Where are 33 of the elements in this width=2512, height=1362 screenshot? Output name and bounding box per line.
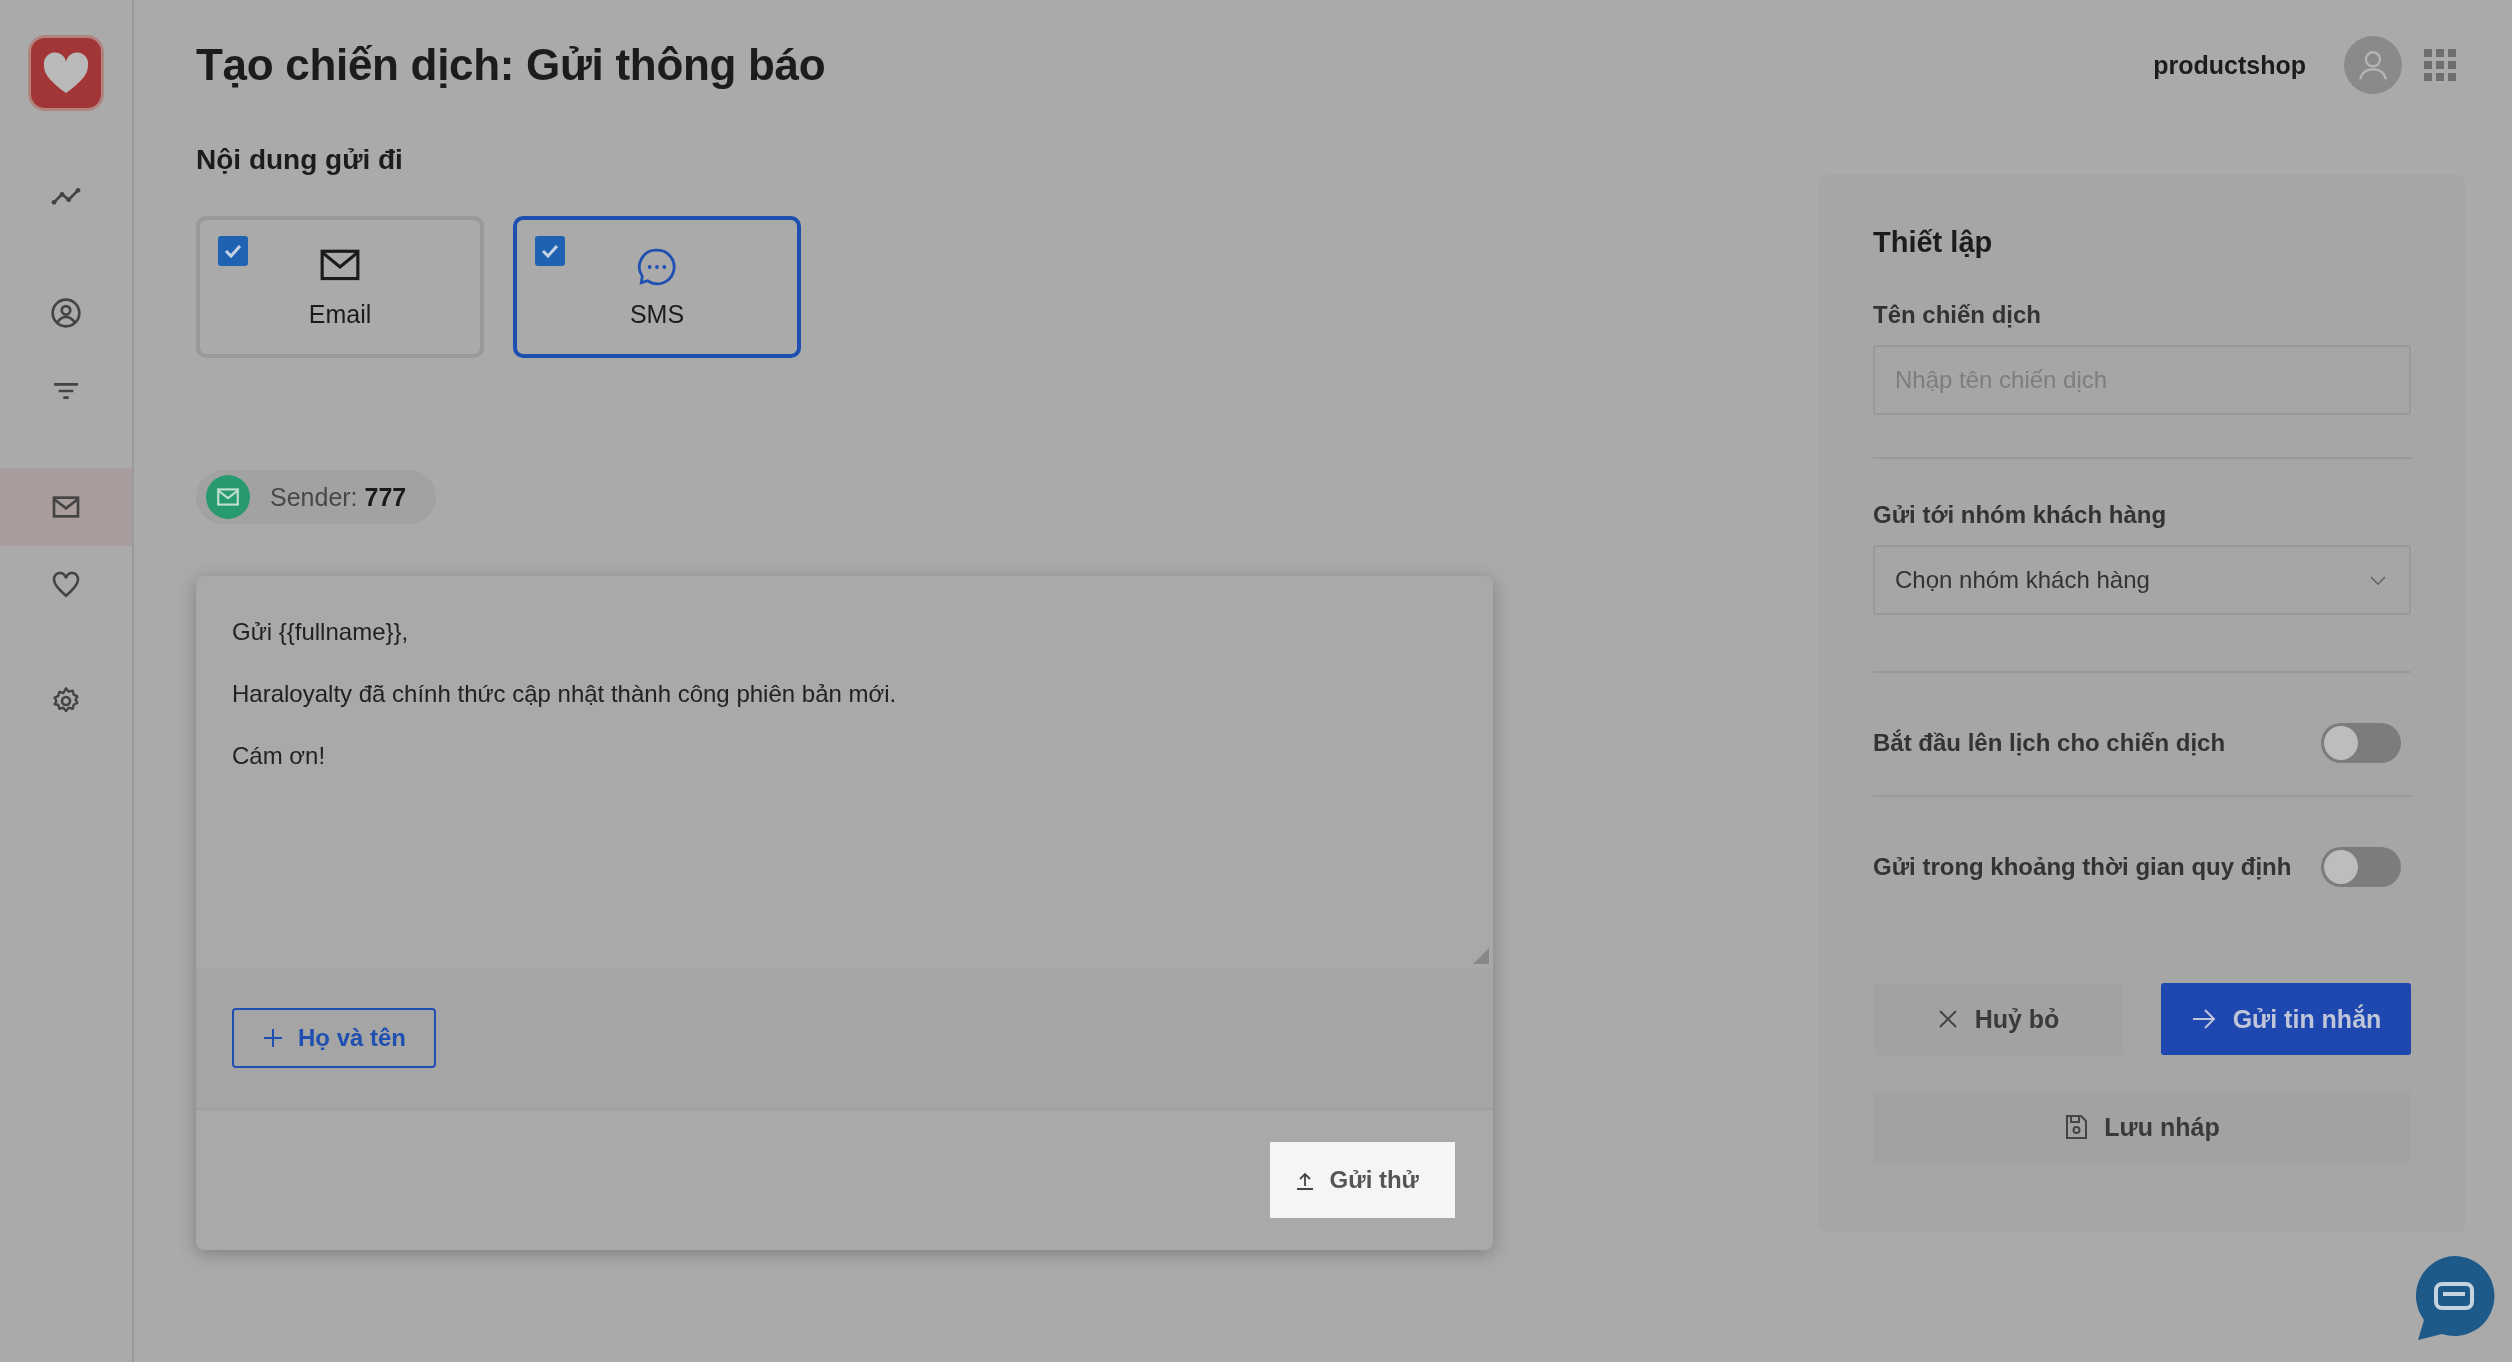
checkbox[interactable]	[535, 236, 565, 266]
heart-logo-icon[interactable]	[31, 38, 101, 108]
field-label: Gửi tới nhóm khách hàng	[1873, 501, 2168, 529]
section-title: Nội dung gửi đi	[196, 144, 404, 176]
channel-label: SMS	[629, 299, 685, 329]
page-title: Tạo chiến dịch: Gửi thông báo	[196, 40, 827, 90]
channel-card[interactable]: Email	[196, 216, 484, 358]
resize-handle-icon[interactable]	[1473, 948, 1489, 964]
close-icon	[1936, 1008, 1959, 1030]
toggle-switch[interactable]	[2321, 723, 2401, 763]
user-circle-icon	[50, 297, 82, 329]
sidebar-item[interactable]	[0, 468, 132, 546]
sender-text: Sender: 777	[270, 482, 407, 512]
send-test-button[interactable]: Gửi thử	[1269, 1142, 1455, 1218]
channel-card[interactable]: SMS	[513, 216, 801, 358]
apps-grid-icon[interactable]	[2424, 49, 2456, 81]
channel-label: Email	[308, 299, 372, 329]
field-label: Tên chiến dịch	[1873, 301, 2043, 329]
arrow-right-icon	[2190, 1008, 2217, 1030]
insert-field-button[interactable]: Họ và tên	[232, 1008, 437, 1068]
message-textarea[interactable]: Gửi {{fullname}}, Haraloyalty đã chính thức cập nhật thành công phiên bản mới. Cám ơn!	[196, 576, 1493, 968]
panel-title: Thiết lập	[1873, 226, 1994, 259]
toggle-label: Gửi trong khoảng thời gian quy định	[1873, 853, 2292, 881]
envelope-icon	[206, 475, 250, 519]
checkbox[interactable]	[218, 236, 248, 266]
plus-icon	[262, 1027, 284, 1049]
customer-group-select[interactable]: Chọn nhóm khách hàng	[1873, 545, 2411, 615]
shop-name: productshop	[2153, 50, 2306, 80]
send-message-button[interactable]: Gửi tin nhắn	[2161, 983, 2411, 1055]
toggle-switch[interactable]	[2321, 847, 2401, 887]
save-draft-button[interactable]: Lưu nháp	[1873, 1091, 2411, 1163]
toggle-label: Bắt đầu lên lịch cho chiến dịch	[1873, 729, 2226, 757]
cancel-button[interactable]: Huỷ bỏ	[1873, 983, 2123, 1055]
